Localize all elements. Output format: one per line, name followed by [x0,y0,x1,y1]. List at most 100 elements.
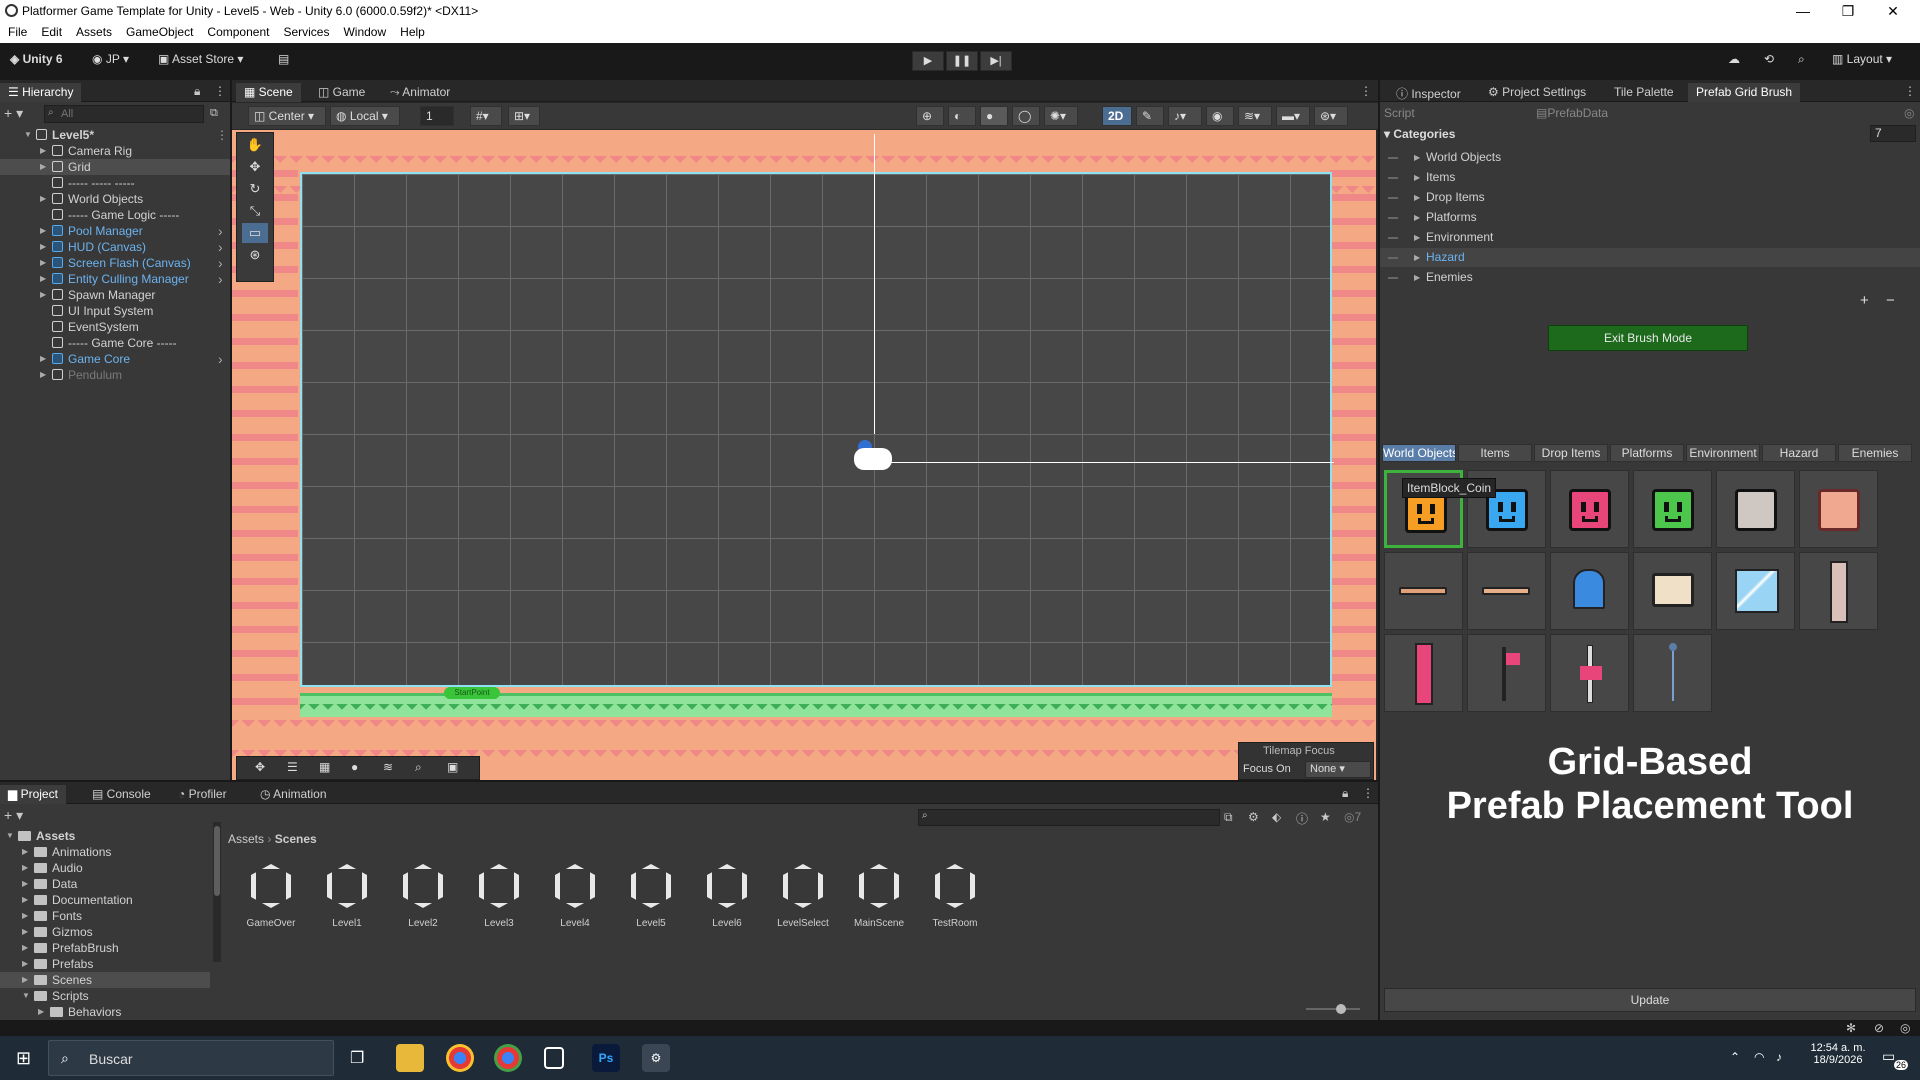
hidden-packages-count[interactable]: ◎7 [1344,810,1361,824]
wifi-icon[interactable]: ◠ [1754,1050,1764,1064]
lock-icon[interactable]: 🔒︎ [194,84,200,99]
project-folder-item[interactable]: ▶ Gizmos [0,924,210,940]
chevron-right-icon[interactable]: ▶ [40,223,46,239]
scale-tool-icon[interactable]: ⤡ [242,201,268,221]
hand-tool-icon[interactable]: ✋ [242,135,268,155]
cache-icon[interactable]: ⊘ [1874,1021,1884,1035]
hierarchy-item[interactable]: ▶ Pendulum [0,367,230,383]
palette-tab[interactable]: Platforms [1610,444,1684,462]
file-explorer-icon[interactable] [396,1044,424,1072]
search-by-label-icon[interactable]: ⚙ [1248,810,1259,824]
menu-window[interactable]: Window [335,22,392,39]
prefab-open-icon[interactable]: › [218,271,223,287]
version-control-icon[interactable]: ▤ [278,52,289,66]
project-folder-item[interactable]: ▶ Data [0,876,210,892]
move-icon[interactable]: ✥ [255,760,265,774]
pivot-dropdown[interactable]: ◫ Center ▾ [248,106,326,126]
tab-profiler[interactable]: ◔ Profiler [170,785,235,804]
scene-asset[interactable]: Level5 [616,860,686,929]
object-picker-icon[interactable]: ◎ [1904,106,1914,120]
notepad-icon[interactable] [544,1047,564,1069]
scene-asset[interactable]: Level2 [388,860,458,929]
hierarchy-item[interactable]: ▶ Game Core › [0,351,230,367]
remove-category-button[interactable]: − [1886,292,1895,309]
chevron-right-icon[interactable]: ▶ [22,972,28,988]
tab-animator[interactable]: ⤳ Animator [382,83,458,102]
scene-asset[interactable]: Level4 [540,860,610,929]
camera-icon[interactable]: ▬▾ [1276,106,1310,126]
menu-edit[interactable]: Edit [33,22,68,39]
add-category-button[interactable]: + [1860,292,1869,309]
prefab-cell[interactable] [1550,634,1629,712]
hierarchy-item[interactable]: ▼ Level5* ⋮ [0,127,230,143]
chevron-right-icon[interactable]: ▶ [1414,188,1420,207]
palette-tab[interactable]: Hazard [1762,444,1836,462]
more-icon[interactable]: ⋮ [1360,84,1372,98]
close-button[interactable]: ✕ [1878,2,1908,20]
rotate-tool-icon[interactable]: ↻ [242,179,268,199]
chevron-right-icon[interactable]: ▶ [40,143,46,159]
drag-handle-icon[interactable] [1388,197,1398,199]
prefab-cell[interactable] [1716,470,1795,548]
scene-asset[interactable]: Level6 [692,860,762,929]
prefab-cell[interactable] [1467,552,1546,630]
volume-icon[interactable]: ♪ [1776,1050,1782,1064]
transform-tool-icon[interactable]: ⊛ [242,245,268,265]
categories-count-field[interactable]: 7 [1870,125,1916,142]
render-mode-icon[interactable]: ✺▾ [1044,106,1078,126]
more-icon[interactable]: ⋮ [216,127,228,143]
icon-size-slider[interactable] [1306,1004,1360,1014]
chevron-right-icon[interactable]: ▶ [40,159,46,175]
project-folder-item[interactable]: ▶ Animations [0,844,210,860]
minimize-button[interactable]: — [1788,2,1818,20]
chevron-right-icon[interactable]: ▶ [22,940,28,956]
scene-asset[interactable]: Level1 [312,860,382,929]
scene-asset[interactable]: MainScene [844,860,914,929]
search-icon[interactable]: ⌕ [1798,52,1805,67]
show-hidden-icons[interactable]: ⌃ [1730,1050,1740,1064]
breadcrumb-scenes[interactable]: Scenes [275,832,317,846]
audio-icon[interactable]: ♪▾ [1168,106,1202,126]
hierarchy-item[interactable]: ▶ World Objects [0,191,230,207]
category-item[interactable]: ▶ Environment [1380,228,1920,247]
prefab-cell[interactable] [1550,552,1629,630]
hierarchy-item[interactable]: ----- ----- ----- [0,175,230,191]
prefab-cell[interactable] [1716,552,1795,630]
menu-help[interactable]: Help [392,22,431,39]
prefab-cell[interactable] [1384,634,1463,712]
clock[interactable]: 12:54 a. m. 18/9/2026 [1800,1042,1876,1066]
tab-game[interactable]: ◫ Game [310,83,373,102]
snap-increment-field[interactable]: 1 [420,106,454,126]
scene-asset[interactable]: Level3 [464,860,534,929]
category-item[interactable]: ▶ Items [1380,168,1920,187]
grid-icon[interactable]: ☰ [287,760,298,774]
layout-dropdown[interactable]: ▥ Layout ▾ [1832,52,1892,66]
increment-snap-icon[interactable]: ⊞▾ [508,106,540,126]
palette-tab[interactable]: Items [1458,444,1532,462]
tab-console[interactable]: ▤ Console [84,785,159,804]
prefab-open-icon[interactable]: › [218,255,223,271]
scene-asset[interactable]: TestRoom [920,860,990,929]
hierarchy-item[interactable]: ----- Game Logic ----- [0,207,230,223]
menu-file[interactable]: File [0,22,33,39]
breadcrumb-assets[interactable]: Assets [228,832,264,846]
tab-tile-palette[interactable]: Tile Palette [1606,83,1682,102]
project-folder-item[interactable]: ▼ Assets [0,828,210,844]
category-item[interactable]: ▶ Enemies [1380,268,1920,287]
chevron-right-icon[interactable]: ▶ [40,271,46,287]
category-item[interactable]: ▶ Hazard [1380,248,1920,267]
prefab-cell[interactable] [1799,552,1878,630]
project-folder-item[interactable]: ▶ Fonts [0,908,210,924]
taskbar-search[interactable]: ⌕ Buscar [48,1040,334,1076]
hierarchy-item[interactable]: ----- Game Core ----- [0,335,230,351]
eraser-icon[interactable]: ▣ [447,760,458,774]
menu-gameobject[interactable]: GameObject [118,22,199,39]
chevron-right-icon[interactable]: ▶ [40,191,46,207]
project-folder-item[interactable]: ▶ Scenes [0,972,210,988]
shaded-icon[interactable]: ◐ [948,106,976,126]
palette-tab[interactable]: Drop Items [1534,444,1608,462]
chevron-right-icon[interactable]: ▶ [22,924,28,940]
chevron-down-icon[interactable]: ▼ [6,828,14,844]
rect-tool-icon[interactable]: ▭ [242,223,268,243]
focus-on-dropdown[interactable]: None ▾ [1305,761,1371,778]
